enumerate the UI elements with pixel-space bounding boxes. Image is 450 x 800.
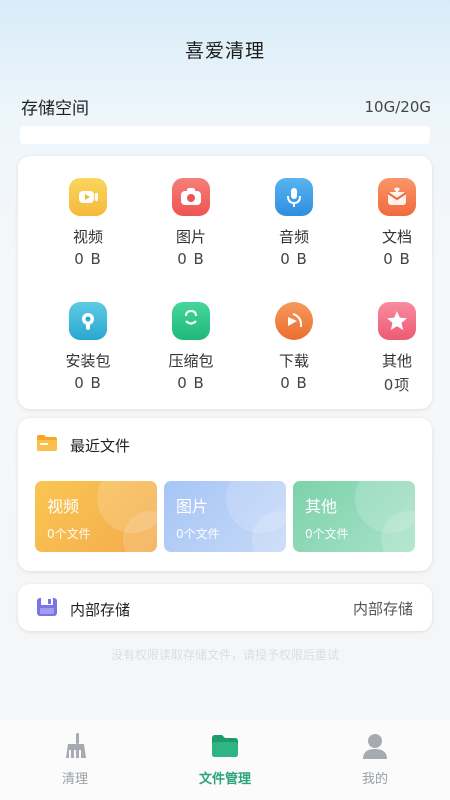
folder-tab-icon (210, 732, 240, 760)
broom-icon (60, 732, 90, 760)
category-grid: 视频 0 B 图片 0 B 音频 0 B 文档 0 B 安装包 0 B 压缩包 … (18, 156, 432, 409)
category-label: 音频 (278, 228, 309, 246)
tile-name: 视频 (47, 497, 80, 516)
camera-icon (172, 178, 210, 216)
category-size: 0 B (177, 250, 205, 268)
tile-name: 图片 (176, 497, 209, 516)
star-icon (378, 302, 416, 340)
category-document[interactable]: 文档 0 B (345, 178, 449, 288)
recent-tile-image[interactable]: 图片 0个文件 (164, 481, 286, 552)
category-label: 下载 (278, 352, 309, 370)
zip-bag-icon (172, 302, 210, 340)
category-size: 0 B (177, 374, 205, 392)
storage-value: 10G/20G (364, 97, 431, 116)
category-size: 0项 (383, 376, 411, 394)
microphone-icon (275, 178, 313, 216)
storage-label: 存储空间 (21, 99, 89, 119)
category-label: 文档 (381, 228, 412, 246)
recent-files-card: 最近文件 视频 0个文件 图片 0个文件 其他 0个文件 (18, 418, 432, 571)
category-size: 0 B (74, 374, 102, 392)
category-label: 压缩包 (168, 352, 214, 370)
download-icon (275, 302, 313, 340)
package-icon (69, 302, 107, 340)
document-icon (378, 178, 416, 216)
recent-tile-other[interactable]: 其他 0个文件 (293, 481, 415, 552)
storage-header: 存储空间 10G/20G (21, 94, 431, 120)
tab-label: 我的 (361, 772, 388, 787)
category-size: 0 B (280, 250, 308, 268)
category-other[interactable]: 其他 0项 (345, 302, 449, 412)
category-label: 其他 (381, 352, 412, 370)
user-icon (360, 732, 390, 760)
video-icon (69, 178, 107, 216)
tab-label: 清理 (61, 772, 88, 787)
internal-storage-left: 内部存储 (36, 597, 130, 621)
tile-count: 0个文件 (305, 527, 349, 541)
category-zip[interactable]: 压缩包 0 B (139, 302, 243, 412)
sd-card-icon (36, 597, 58, 621)
category-size: 0 B (280, 374, 308, 392)
tab-file-manager[interactable]: 文件管理 (165, 732, 285, 787)
tile-count: 0个文件 (47, 527, 91, 541)
tile-name: 其他 (305, 497, 338, 516)
internal-storage-row[interactable]: 内部存储 内部存储 (18, 584, 432, 631)
storage-progress-bar (20, 126, 430, 144)
category-label: 视频 (72, 228, 103, 246)
recent-tile-video[interactable]: 视频 0个文件 (35, 481, 157, 552)
recent-tiles: 视频 0个文件 图片 0个文件 其他 0个文件 (35, 481, 415, 552)
internal-storage-value: 内部存储 (352, 600, 413, 618)
page-title: 喜爱清理 (184, 40, 265, 62)
tile-count: 0个文件 (176, 527, 220, 541)
bottom-tab-bar: 清理 文件管理 我的 (0, 720, 450, 800)
category-audio[interactable]: 音频 0 B (242, 178, 346, 288)
tab-label: 文件管理 (198, 772, 251, 787)
folder-icon (36, 434, 58, 456)
category-label: 图片 (175, 228, 206, 246)
category-label: 安装包 (65, 352, 111, 370)
tab-mine[interactable]: 我的 (315, 732, 435, 787)
category-size: 0 B (74, 250, 102, 268)
recent-files-title: 最近文件 (70, 436, 131, 455)
category-package[interactable]: 安装包 0 B (36, 302, 140, 412)
tab-clean[interactable]: 清理 (15, 732, 135, 787)
internal-storage-title: 内部存储 (70, 600, 131, 619)
category-image[interactable]: 图片 0 B (139, 178, 243, 288)
recent-files-header[interactable]: 最近文件 (36, 434, 130, 456)
category-size: 0 B (383, 250, 411, 268)
category-card: 视频 0 B 图片 0 B 音频 0 B 文档 0 B 安装包 0 B 压缩包 … (18, 156, 432, 409)
category-download[interactable]: 下载 0 B (242, 302, 346, 412)
permission-note: 没有权限读取存储文件，请授予权限后重试 (110, 648, 339, 662)
category-video[interactable]: 视频 0 B (36, 178, 140, 288)
